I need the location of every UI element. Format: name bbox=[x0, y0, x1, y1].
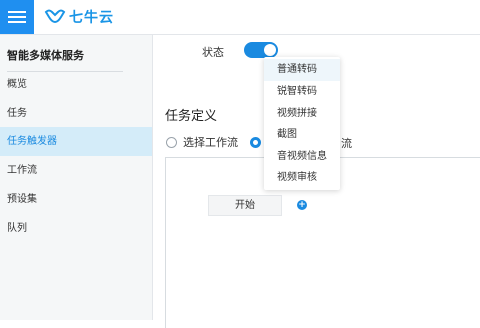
sidebar-item-task-triggers[interactable]: 任务触发器 bbox=[0, 127, 152, 156]
radio-select-workflow[interactable]: 选择工作流 bbox=[166, 134, 238, 150]
logo-text: 七牛云 bbox=[69, 10, 114, 26]
radio-checked-icon[interactable] bbox=[250, 136, 261, 148]
dropdown-item-video-concat[interactable]: 视频拼接 bbox=[264, 103, 340, 125]
node-type-dropdown: 普通转码 锐智转码 视频拼接 截图 音视频信息 视频审核 bbox=[264, 57, 340, 190]
toggle-knob bbox=[264, 44, 276, 56]
start-node[interactable]: 开始 bbox=[208, 195, 282, 216]
sidebar-title: 智能多媒体服务 bbox=[7, 49, 84, 62]
dropdown-item-smart-transcode[interactable]: 锐智转码 bbox=[264, 81, 340, 103]
dropdown-item-video-review[interactable]: 视频审核 bbox=[264, 167, 340, 189]
logo[interactable]: 七牛云 bbox=[44, 7, 114, 27]
add-node-plus-icon[interactable]: + bbox=[297, 200, 307, 210]
qiniu-logo-icon bbox=[44, 9, 66, 24]
sidebar-item-workflows[interactable]: 工作流 bbox=[0, 156, 152, 185]
dropdown-item-normal-transcode[interactable]: 普通转码 bbox=[264, 59, 340, 81]
radio-icon[interactable] bbox=[166, 136, 177, 148]
sidebar: 智能多媒体服务 概览 任务 任务触发器 工作流 预设集 队列 bbox=[0, 35, 153, 320]
sidebar-item-overview[interactable]: 概览 bbox=[0, 70, 152, 99]
dropdown-item-screenshot[interactable]: 截图 bbox=[264, 124, 340, 146]
dropdown-item-av-info[interactable]: 音视频信息 bbox=[264, 146, 340, 168]
top-bar: 七牛云 bbox=[0, 0, 480, 35]
sidebar-item-presets[interactable]: 预设集 bbox=[0, 185, 152, 214]
radio-option-2-label: 流 bbox=[341, 137, 352, 150]
radio-label: 选择工作流 bbox=[183, 136, 238, 149]
status-toggle[interactable] bbox=[244, 42, 278, 58]
sidebar-item-queues[interactable]: 队列 bbox=[0, 214, 152, 243]
status-label: 状态 bbox=[202, 46, 224, 59]
section-title: 任务定义 bbox=[165, 109, 218, 124]
sidebar-item-tasks[interactable]: 任务 bbox=[0, 99, 152, 128]
menu-icon[interactable] bbox=[0, 0, 34, 34]
